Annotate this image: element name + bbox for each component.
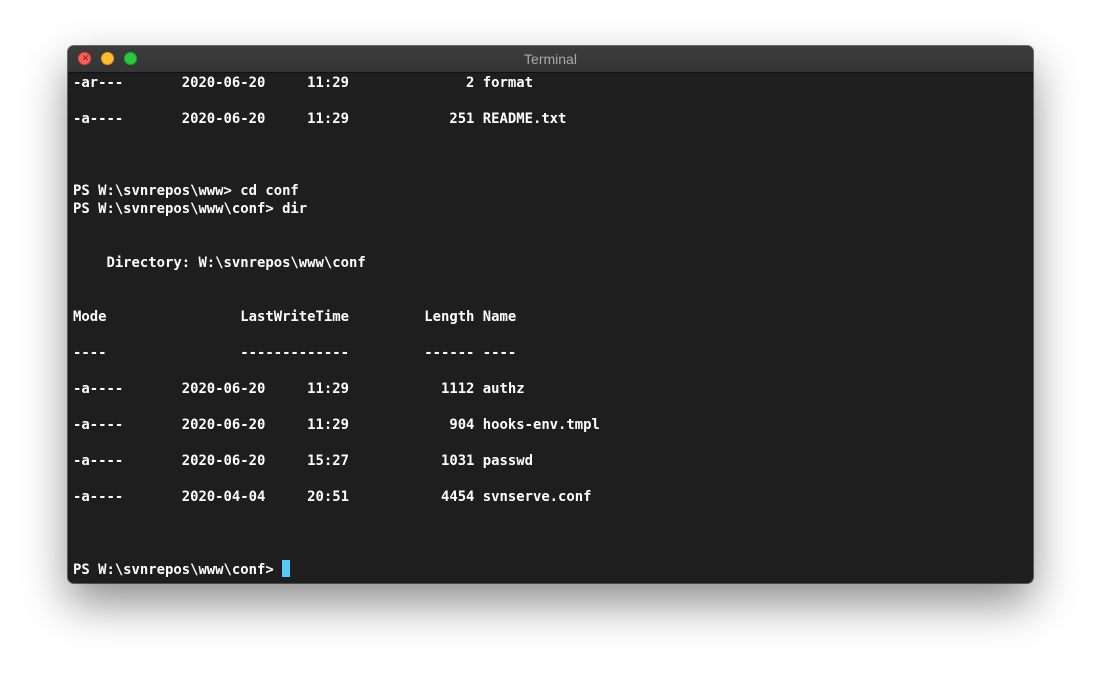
command-line-dir: PS W:\svnrepos\www\conf> dir: [73, 201, 308, 217]
prompt-text: PS W:\svnrepos\www\conf>: [73, 562, 283, 578]
terminal-output[interactable]: -ar--- 2020-06-20 11:29 2 format -a---- …: [73, 73, 1033, 583]
window-title: Terminal: [524, 51, 577, 67]
table-row: -a---- 2020-06-20 11:29 1112 authz: [73, 381, 525, 397]
command-line-cd: PS W:\svnrepos\www> cd conf: [73, 183, 299, 199]
output-line-readme: -a---- 2020-06-20 11:29 251 README.txt: [73, 111, 567, 127]
prompt-line[interactable]: PS W:\svnrepos\www\conf>: [73, 560, 291, 578]
terminal-window: ✕ Terminal -ar--- 2020-06-20 11:29 2 for…: [68, 46, 1033, 583]
directory-heading: Directory: W:\svnrepos\www\conf: [73, 255, 366, 271]
title-bar[interactable]: ✕ Terminal: [68, 46, 1033, 73]
text-cursor: [282, 560, 291, 577]
table-row: -a---- 2020-06-20 11:29 904 hooks-env.tm…: [73, 417, 600, 433]
table-header: Mode LastWriteTime Length Name: [73, 309, 517, 325]
table-row: -a---- 2020-04-04 20:51 4454 svnserve.co…: [73, 489, 592, 505]
table-header-underline: ---- ------------- ------ ----: [73, 345, 517, 361]
table-row: -a---- 2020-06-20 15:27 1031 passwd: [73, 453, 533, 469]
output-line-format: -ar--- 2020-06-20 11:29 2 format: [73, 75, 533, 91]
